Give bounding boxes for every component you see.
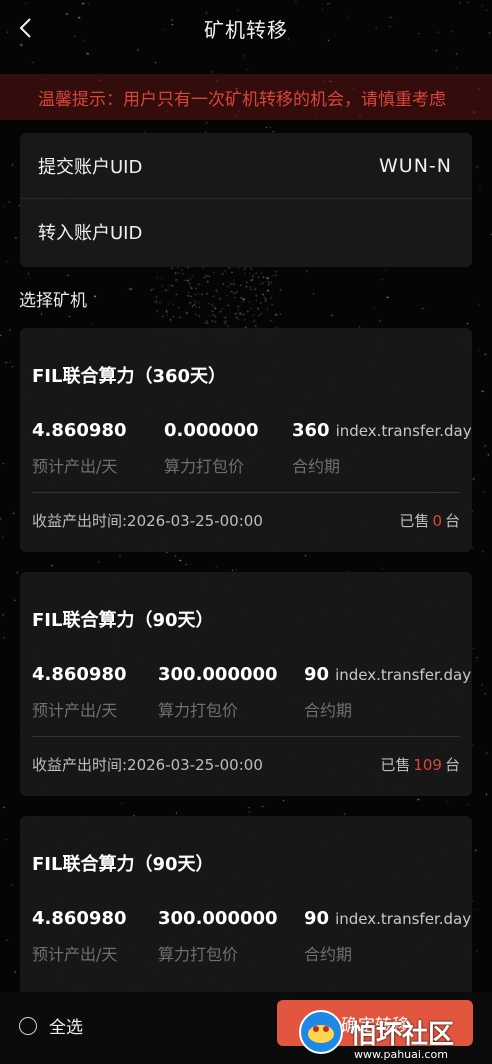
warning-text: 温馨提示：用户只有一次矿机转移的机会，请慎重考虑 — [38, 89, 446, 110]
miner-term-value: 360 — [292, 420, 330, 441]
submit-uid-value: WUN-N — [379, 154, 452, 177]
transfer-uid-input[interactable] — [252, 221, 452, 243]
sold-count: 109 — [413, 756, 442, 774]
miner-sold: 已售 0 台 — [399, 510, 460, 531]
top-navbar: 矿机转移 — [0, 0, 492, 56]
miner-name: FIL联合算力（90天） — [32, 610, 214, 631]
sold-prefix: 已售 — [380, 756, 411, 774]
miner-output-label: 预计产出/天 — [32, 701, 118, 720]
warning-notice: 温馨提示：用户只有一次矿机转移的机会，请慎重考虑 — [0, 74, 492, 120]
page-title: 矿机转移 — [204, 17, 288, 42]
watermark-url: www.pahuai.com — [354, 1048, 448, 1061]
watermark-logo-icon — [299, 1010, 343, 1054]
site-watermark: 怕坏社区 www.pahuai.com — [296, 1000, 492, 1064]
uid-form: 提交账户UID WUN-N 转入账户UID — [20, 133, 472, 267]
miner-term-stat: 90 index.transfer.day 合约期 — [304, 664, 471, 721]
miner-term-value: 90 — [304, 908, 330, 929]
miner-term-unit: index.transfer.day — [335, 910, 472, 928]
sold-suffix: 台 — [444, 756, 460, 774]
miner-name: FIL联合算力（360天） — [32, 366, 227, 387]
miner-term-unit: index.transfer.day — [335, 666, 472, 684]
miner-price-value: 300.000000 — [158, 908, 278, 929]
card-divider — [32, 492, 460, 493]
miner-yield-time: 收益产出时间:2026-03-25-00:00 — [32, 756, 263, 774]
sold-count: 0 — [432, 512, 442, 530]
miner-output-label: 预计产出/天 — [32, 457, 118, 476]
miner-price-stat: 300.000000 算力打包价 — [158, 664, 278, 721]
miner-price-stat: 300.000000 算力打包价 — [158, 908, 278, 965]
select-all-toggle[interactable]: 全选 — [19, 1013, 83, 1038]
miner-price-label: 算力打包价 — [158, 701, 239, 720]
card-divider — [32, 736, 460, 737]
miner-term-unit: index.transfer.day — [335, 422, 472, 440]
miner-price-value: 300.000000 — [158, 664, 278, 685]
miner-price-label: 算力打包价 — [164, 457, 245, 476]
back-button[interactable] — [14, 16, 38, 40]
miner-term-label: 合约期 — [304, 945, 353, 964]
miner-name: FIL联合算力（90天） — [32, 854, 214, 875]
miner-card[interactable]: FIL联合算力（360天） 4.860980 预计产出/天 0.000000 算… — [20, 328, 472, 552]
miner-price-stat: 0.000000 算力打包价 — [164, 420, 259, 477]
transfer-uid-row: 转入账户UID — [20, 199, 472, 265]
miner-sold: 已售 109 台 — [380, 754, 460, 775]
miner-output-value: 4.860980 — [32, 420, 127, 441]
miner-output-stat: 4.860980 预计产出/天 — [32, 420, 127, 477]
select-miner-heading: 选择矿机 — [19, 291, 87, 311]
submit-uid-row: 提交账户UID WUN-N — [20, 133, 472, 199]
sold-prefix: 已售 — [399, 512, 430, 530]
miner-term-stat: 360 index.transfer.day 合约期 — [292, 420, 472, 477]
miner-term-label: 合约期 — [304, 701, 353, 720]
miner-output-value: 4.860980 — [32, 908, 127, 929]
miner-yield-time: 收益产出时间:2026-03-25-00:00 — [32, 512, 263, 530]
watermark-text: 怕坏社区 — [350, 1019, 455, 1050]
miner-price-value: 0.000000 — [164, 420, 259, 441]
submit-uid-label: 提交账户UID — [38, 156, 143, 178]
miner-card[interactable]: FIL联合算力（90天） 4.860980 预计产出/天 300.000000 … — [20, 572, 472, 796]
sold-suffix: 台 — [444, 512, 460, 530]
miner-output-stat: 4.860980 预计产出/天 — [32, 664, 127, 721]
miner-output-stat: 4.860980 预计产出/天 — [32, 908, 127, 965]
select-all-label: 全选 — [49, 1018, 83, 1038]
miner-output-label: 预计产出/天 — [32, 945, 118, 964]
transfer-uid-label: 转入账户UID — [38, 223, 143, 244]
miner-term-stat: 90 index.transfer.day 合约期 — [304, 908, 471, 965]
miner-output-value: 4.860980 — [32, 664, 127, 685]
miner-term-value: 90 — [304, 664, 330, 685]
miner-term-label: 合约期 — [292, 457, 341, 476]
chevron-left-icon — [19, 18, 31, 38]
miner-price-label: 算力打包价 — [158, 945, 239, 964]
radio-unchecked-icon — [19, 1016, 37, 1035]
